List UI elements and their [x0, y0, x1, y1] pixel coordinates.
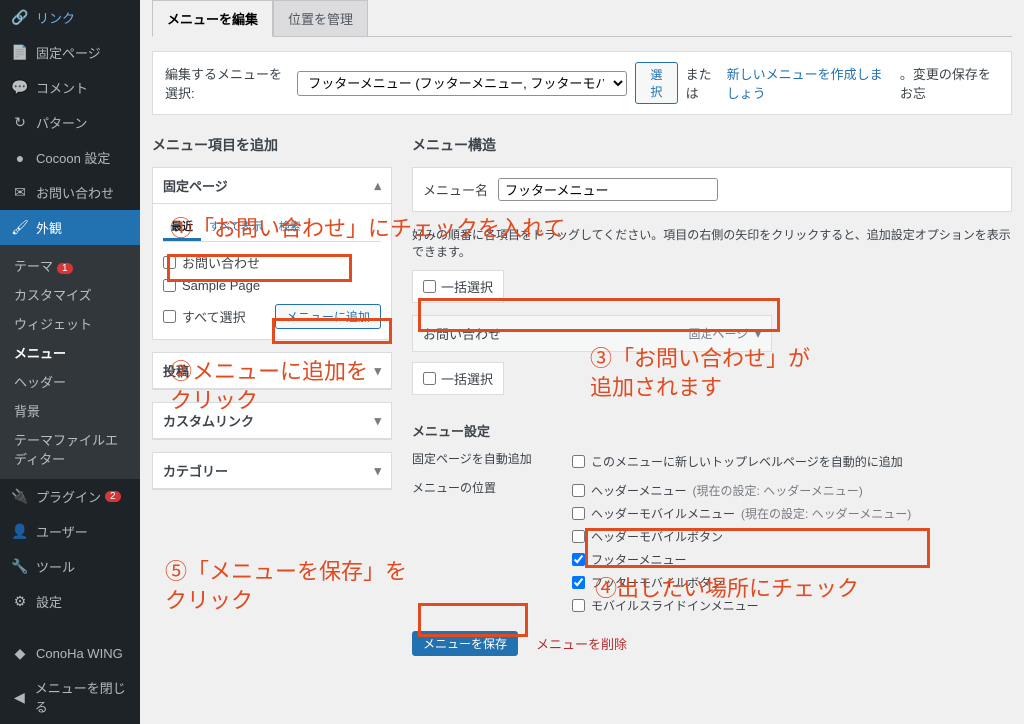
- or-text: または: [686, 64, 719, 102]
- chevron-down-icon: ▾: [374, 463, 381, 479]
- subnav-customize[interactable]: カスタマイズ: [0, 280, 140, 309]
- bulk-select-top[interactable]: 一括選択: [412, 270, 504, 303]
- auto-add-row[interactable]: このメニューに新しいトップレベルページを自動的に追加: [572, 450, 1012, 473]
- pattern-icon: ↻: [10, 114, 30, 131]
- subnav-theme-editor[interactable]: テーマファイルエディター: [0, 425, 140, 473]
- panel-tab-recent[interactable]: 最近: [163, 214, 201, 241]
- page-checkbox-row[interactable]: Sample Page: [163, 275, 381, 296]
- sidebar-item-settings[interactable]: ⚙設定: [0, 584, 140, 619]
- page-checkbox-row[interactable]: お問い合わせ: [163, 250, 381, 275]
- menu-select[interactable]: フッターメニュー (フッターメニュー, フッターモバイルボタン): [297, 71, 627, 96]
- panel-tab-all[interactable]: すべて表示: [201, 214, 271, 241]
- sidebar-item-tools[interactable]: 🔧ツール: [0, 549, 140, 584]
- select-button[interactable]: 選択: [635, 62, 677, 104]
- bulk-checkbox[interactable]: [423, 372, 436, 385]
- link-icon: 🔗: [10, 9, 30, 26]
- panel-custom-header[interactable]: カスタムリンク▾: [153, 403, 391, 439]
- select-all-row[interactable]: すべて選択: [163, 304, 246, 329]
- sidebar-item-links[interactable]: 🔗リンク: [0, 0, 140, 35]
- chevron-down-icon: ▾: [374, 413, 381, 429]
- comment-icon: 💬: [10, 79, 30, 96]
- tool-icon: 🔧: [10, 558, 30, 575]
- auto-add-checkbox[interactable]: [572, 455, 585, 468]
- page-icon: 📄: [10, 44, 30, 61]
- collapse-icon: ◀: [10, 689, 29, 706]
- save-menu-button[interactable]: メニューを保存: [412, 631, 518, 656]
- menu-name-input[interactable]: [498, 178, 718, 201]
- panel-posts: 投稿▾: [152, 352, 392, 390]
- loc-footer-menu[interactable]: フッターメニュー: [572, 548, 1012, 571]
- select-all-checkbox[interactable]: [163, 310, 176, 323]
- subnav-themes[interactable]: テーマ1: [0, 251, 140, 280]
- loc-header-menu[interactable]: ヘッダーメニュー (現在の設定: ヘッダーメニュー): [572, 479, 1012, 502]
- bulk-select-bottom[interactable]: 一括選択: [412, 362, 504, 395]
- menu-item-type: 固定ページ ▾: [689, 325, 761, 342]
- location-options: ヘッダーメニュー (現在の設定: ヘッダーメニュー) ヘッダーモバイルメニュー …: [572, 479, 1012, 617]
- chevron-up-icon: ▴: [374, 178, 381, 194]
- menu-item-contact[interactable]: お問い合わせ 固定ページ ▾: [412, 315, 772, 352]
- tail-text: 。変更の保存をお忘: [900, 64, 999, 102]
- subnav-background[interactable]: 背景: [0, 396, 140, 425]
- sidebar-item-collapse[interactable]: ◀メニューを閉じる: [0, 670, 140, 724]
- panel-categories-header[interactable]: カテゴリー▾: [153, 453, 391, 489]
- tab-manage-locations[interactable]: 位置を管理: [273, 0, 368, 37]
- menu-settings-heading: メニュー設定: [412, 421, 1012, 440]
- dot-icon: ●: [10, 150, 30, 166]
- gear-icon: ⚙: [10, 593, 30, 610]
- brush-icon: 🖌: [10, 219, 30, 236]
- sidebar-item-contact[interactable]: ✉お問い合わせ: [0, 175, 140, 210]
- panel-pages-header[interactable]: 固定ページ ▴: [153, 168, 391, 204]
- menu-selector-bar: 編集するメニューを選択: フッターメニュー (フッターメニュー, フッターモバイ…: [152, 51, 1012, 115]
- select-menu-label: 編集するメニューを選択:: [165, 64, 289, 102]
- menu-name-row: メニュー名: [412, 167, 1012, 212]
- chevron-down-icon: ▾: [374, 363, 381, 379]
- user-icon: 👤: [10, 523, 30, 540]
- panel-posts-header[interactable]: 投稿▾: [153, 353, 391, 389]
- bulk-checkbox[interactable]: [423, 280, 436, 293]
- panel-pages: 固定ページ ▴ 最近 すべて表示 検索 お問い合わせ Sample Page す…: [152, 167, 392, 340]
- mail-icon: ✉: [10, 184, 30, 201]
- main-content: メニューを編集 位置を管理 編集するメニューを選択: フッターメニュー (フッタ…: [140, 0, 1024, 724]
- sidebar-item-pages[interactable]: 📄固定ページ: [0, 35, 140, 70]
- menu-settings: メニュー設定 固定ページを自動追加 このメニューに新しいトップレベルページを自動…: [412, 421, 1012, 617]
- menu-item-title: お問い合わせ: [423, 324, 501, 343]
- admin-sidebar: 🔗リンク 📄固定ページ 💬コメント ↻パターン ●Cocoon 設定 ✉お問い合…: [0, 0, 140, 724]
- update-badge: 1: [57, 263, 73, 274]
- contact-checkbox[interactable]: [163, 256, 176, 269]
- loc-header-mobile-button[interactable]: ヘッダーモバイルボタン: [572, 525, 1012, 548]
- update-badge: 2: [105, 491, 121, 502]
- menu-structure-heading: メニュー構造: [412, 135, 1012, 155]
- panel-tabs: 最近 すべて表示 検索: [163, 214, 381, 242]
- new-menu-link[interactable]: 新しいメニューを作成しましょう: [727, 64, 892, 102]
- plugin-icon: 🔌: [10, 488, 30, 505]
- sidebar-item-cocoon[interactable]: ●Cocoon 設定: [0, 140, 140, 175]
- subnav-menus[interactable]: メニュー: [0, 338, 140, 367]
- sidebar-item-users[interactable]: 👤ユーザー: [0, 514, 140, 549]
- auto-add-label: 固定ページを自動追加: [412, 450, 572, 473]
- screen-tabs: メニューを編集 位置を管理: [152, 0, 1012, 37]
- loc-header-mobile-menu[interactable]: ヘッダーモバイルメニュー (現在の設定: ヘッダーメニュー): [572, 502, 1012, 525]
- tab-edit-menus[interactable]: メニューを編集: [152, 0, 273, 37]
- menu-name-label: メニュー名: [423, 180, 488, 199]
- sidebar-item-comments[interactable]: 💬コメント: [0, 70, 140, 105]
- loc-footer-mobile-button[interactable]: フッターモバイルボタン: [572, 571, 1012, 594]
- sidebar-item-patterns[interactable]: ↻パターン: [0, 105, 140, 140]
- diamond-icon: ◆: [10, 645, 30, 662]
- add-to-menu-button[interactable]: メニューに追加: [275, 304, 381, 329]
- loc-mobile-slide-in[interactable]: モバイルスライドインメニュー: [572, 594, 1012, 617]
- sidebar-item-plugins[interactable]: 🔌プラグイン2: [0, 479, 140, 514]
- sidebar-submenu: テーマ1 カスタマイズ ウィジェット メニュー ヘッダー 背景 テーマファイルエ…: [0, 245, 140, 479]
- delete-menu-link[interactable]: メニューを削除: [536, 634, 627, 653]
- location-label: メニューの位置: [412, 479, 572, 617]
- sidebar-item-conoha[interactable]: ◆ConoHa WING: [0, 637, 140, 670]
- help-text: 好みの順番に各項目をドラッグしてください。項目の右側の矢印をクリックすると、追加…: [412, 226, 1012, 260]
- panel-custom-links: カスタムリンク▾: [152, 402, 392, 440]
- subnav-widgets[interactable]: ウィジェット: [0, 309, 140, 338]
- sample-checkbox[interactable]: [163, 279, 176, 292]
- sidebar-item-appearance[interactable]: 🖌外観: [0, 210, 140, 245]
- panel-tab-search[interactable]: 検索: [271, 214, 309, 241]
- panel-categories: カテゴリー▾: [152, 452, 392, 490]
- add-items-heading: メニュー項目を追加: [152, 135, 392, 155]
- subnav-header[interactable]: ヘッダー: [0, 367, 140, 396]
